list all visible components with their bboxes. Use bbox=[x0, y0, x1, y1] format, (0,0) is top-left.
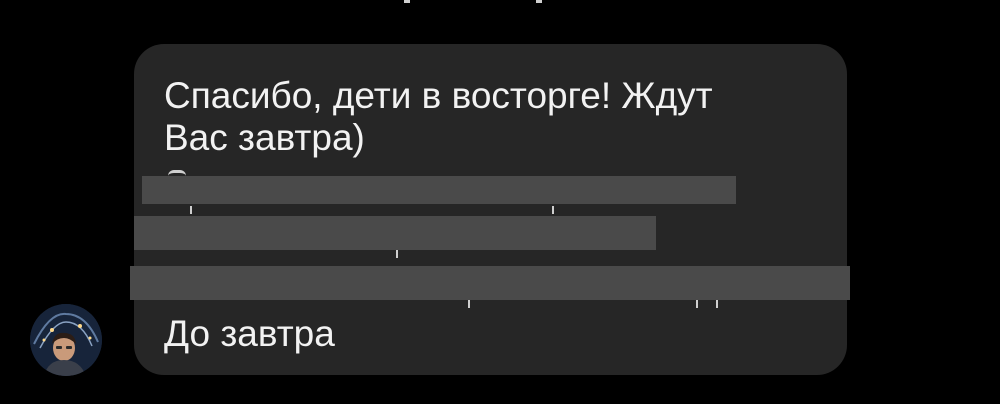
partially-hidden-glyph bbox=[552, 206, 554, 214]
partially-hidden-glyph bbox=[716, 300, 718, 308]
cropped-text-fragment bbox=[404, 0, 410, 3]
sender-avatar[interactable] bbox=[30, 304, 102, 376]
message-text-line: До завтра bbox=[164, 313, 335, 354]
message-text-line: Вас завтра) bbox=[164, 117, 365, 158]
chat-screen: Спасибо, дети в восторге! Ждут Вас завтр… bbox=[0, 0, 1000, 404]
user-avatar-photo-icon bbox=[30, 304, 102, 376]
redaction-bar bbox=[142, 176, 736, 204]
redaction-bar bbox=[134, 216, 656, 250]
partially-hidden-glyph bbox=[468, 300, 470, 308]
message-bubble[interactable]: Спасибо, дети в восторге! Ждут Вас завтр… bbox=[130, 44, 850, 375]
message-text-line: Спасибо, дети в восторге! Ждут bbox=[164, 75, 713, 116]
partially-hidden-glyph bbox=[190, 206, 192, 214]
redaction-bar bbox=[130, 266, 850, 300]
partially-hidden-glyph bbox=[696, 300, 698, 308]
cropped-text-fragment bbox=[536, 0, 542, 3]
partially-hidden-glyph bbox=[396, 250, 398, 258]
